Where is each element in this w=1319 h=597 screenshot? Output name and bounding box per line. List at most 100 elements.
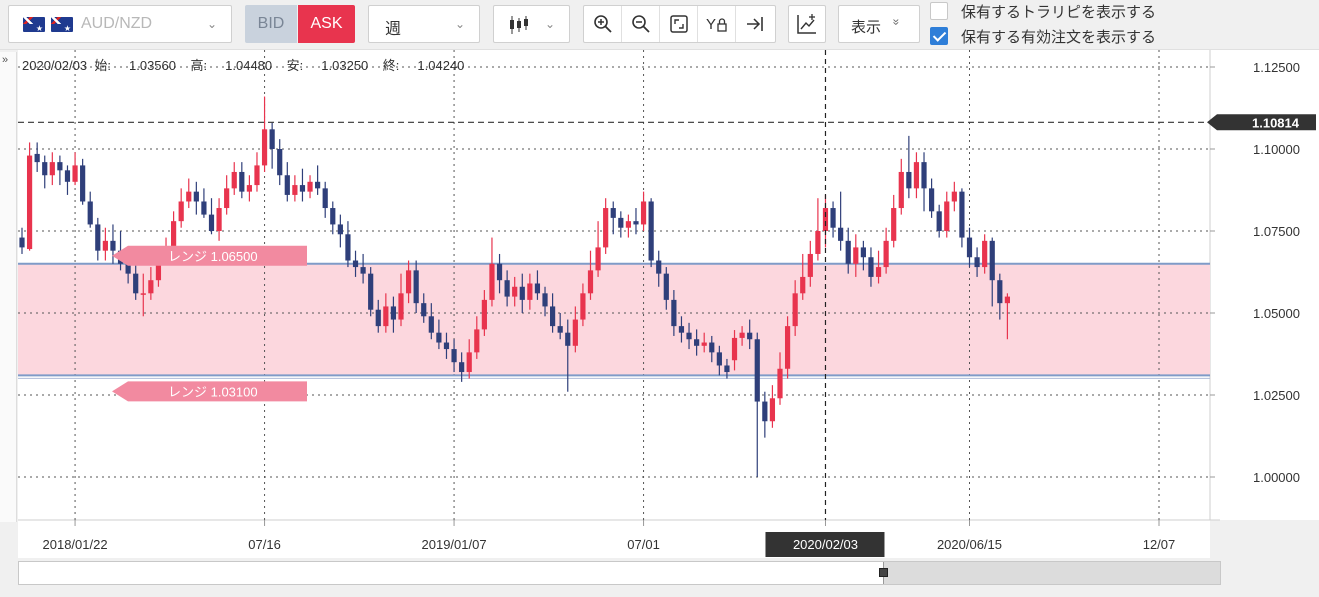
candle-body-bear	[421, 303, 427, 317]
candle-body-bear	[496, 263, 503, 281]
show-trailing-stop-checkbox[interactable]	[930, 2, 948, 20]
candle-body-bull	[178, 201, 184, 222]
expand-panel-tab[interactable]: »	[0, 52, 17, 522]
zoom-in-button[interactable]	[584, 6, 622, 42]
candle-body-bull	[186, 191, 192, 202]
candle-body-bull	[527, 283, 533, 300]
candle-body-bear	[868, 257, 874, 277]
candle-body-bull	[807, 253, 813, 277]
chevron-down-icon: ⌄	[544, 17, 555, 31]
y-lock-button[interactable]: Y	[698, 6, 736, 42]
ohlc-high-label: 高:	[190, 58, 208, 73]
y-tick-label: 1.12500	[1253, 60, 1300, 75]
ohlc-low-label: 安:	[286, 58, 304, 73]
chart-app: AUD/NZD ⌄ BID ASK 週 ⌄ ⌄	[0, 0, 1319, 597]
show-orders-row[interactable]: 保有する有効注文を表示する	[930, 25, 1156, 47]
x-axis-background	[18, 520, 1210, 558]
x-tick-label: 07/01	[627, 537, 660, 552]
candle-body-bear	[64, 170, 71, 182]
candle-body-bull	[587, 270, 594, 294]
show-orders-checkbox[interactable]	[930, 27, 948, 45]
candle-body-bear	[974, 257, 980, 268]
ask-button[interactable]: ASK	[298, 5, 355, 43]
y-tick-label: 1.00000	[1253, 470, 1300, 485]
range-label-text: レンジ 1.03100	[168, 384, 258, 399]
candle-body-bear	[686, 332, 692, 340]
candle-body-bear	[997, 280, 1003, 304]
candle-body-bull	[603, 208, 609, 248]
symbol-select[interactable]: AUD/NZD ⌄	[8, 5, 232, 43]
zoom-out-button[interactable]	[622, 6, 660, 42]
candle-body-bear	[360, 267, 366, 274]
candle-body-bear	[838, 227, 844, 241]
show-orders-label: 保有する有効注文を表示する	[961, 28, 1157, 46]
candle-body-bull	[140, 293, 146, 295]
ohlc-close-label: 終:	[382, 58, 400, 73]
timeline-scrollbar[interactable]	[18, 561, 1221, 585]
candle-body-bull	[640, 201, 647, 225]
display-menu-button[interactable]: 表示 »	[838, 5, 920, 43]
candle-body-bear	[443, 342, 450, 350]
scrollbar-thumb[interactable]	[879, 562, 1220, 584]
bid-button[interactable]: BID	[245, 5, 297, 43]
candle-body-bear	[451, 349, 457, 363]
zoom-in-icon	[593, 15, 612, 33]
y-lock-icon: Y	[706, 16, 727, 33]
candle-body-bear	[428, 316, 434, 333]
candle-body-bull	[405, 270, 412, 294]
candle-body-bear	[716, 352, 722, 366]
candle-body-bull	[883, 240, 889, 268]
candle-body-bear	[42, 162, 48, 176]
scrollbar-grip-handle[interactable]	[879, 568, 888, 577]
candle-body-bull	[891, 208, 897, 241]
price-chart[interactable]: 1.12500 1.10000 1.07500 1.05000 1.02500 1.000…	[0, 50, 1319, 597]
period-value: 週	[385, 21, 402, 38]
candle-body-bear	[337, 224, 343, 235]
candle-body-bull	[489, 263, 495, 300]
candle-body-bear	[959, 191, 965, 238]
candle-body-bear	[269, 129, 275, 149]
candle-body-bull	[701, 342, 707, 346]
candle-body-bear	[747, 332, 753, 340]
ohlc-date: 2020/02/03	[22, 58, 88, 73]
candle-body-bear	[315, 181, 321, 189]
candle-body-bull	[246, 185, 252, 192]
candle-body-bear	[80, 165, 86, 202]
add-indicator-button[interactable]	[788, 5, 826, 43]
candle-body-bear	[277, 149, 283, 176]
candle-body-bear	[618, 217, 624, 228]
candle-body-bear	[390, 306, 397, 320]
candle-body-bull	[875, 267, 882, 277]
show-trailing-stop-row[interactable]: 保有するトラリピを表示する	[930, 0, 1156, 22]
scroll-right-icon	[747, 17, 763, 31]
candle-body-bear	[754, 339, 760, 402]
ohlc-readout: 2020/02/03 始: 1.03560 高: 1.04480 安: 1.03…	[22, 55, 464, 74]
candle-body-bear	[95, 224, 101, 251]
ohlc-low: 1.03250	[321, 58, 369, 73]
candle-body-bear	[694, 339, 700, 346]
scroll-latest-button[interactable]	[736, 6, 774, 42]
x-tick-label: 2020/06/15	[937, 537, 1002, 552]
candle-body-bear	[633, 221, 639, 225]
candle-body-bull	[261, 129, 268, 166]
x-tick-label: 2018/01/22	[43, 537, 108, 552]
aud-flag-icon	[23, 17, 45, 32]
candle-body-bear	[678, 326, 685, 333]
candle-body-bear	[436, 332, 442, 343]
candle-body-bull	[102, 240, 108, 251]
fit-button[interactable]	[660, 6, 698, 42]
candle-body-bear	[936, 211, 942, 231]
candle-body-bear	[762, 401, 768, 422]
candle-body-bear	[330, 208, 336, 225]
chart-type-select[interactable]: ⌄	[493, 5, 570, 43]
candle-body-bull	[572, 319, 578, 346]
crosshair-date-label: 2020/02/03	[793, 537, 858, 552]
period-select[interactable]: 週 ⌄	[368, 5, 480, 43]
candle-body-bull	[982, 240, 988, 268]
candle-body-bull	[481, 299, 487, 330]
candle-body-bear	[648, 201, 654, 261]
candle-body-bear	[413, 270, 419, 304]
candle-body-bull	[26, 155, 33, 250]
candle-body-bear	[557, 326, 563, 333]
candle-body-bull	[944, 201, 950, 231]
